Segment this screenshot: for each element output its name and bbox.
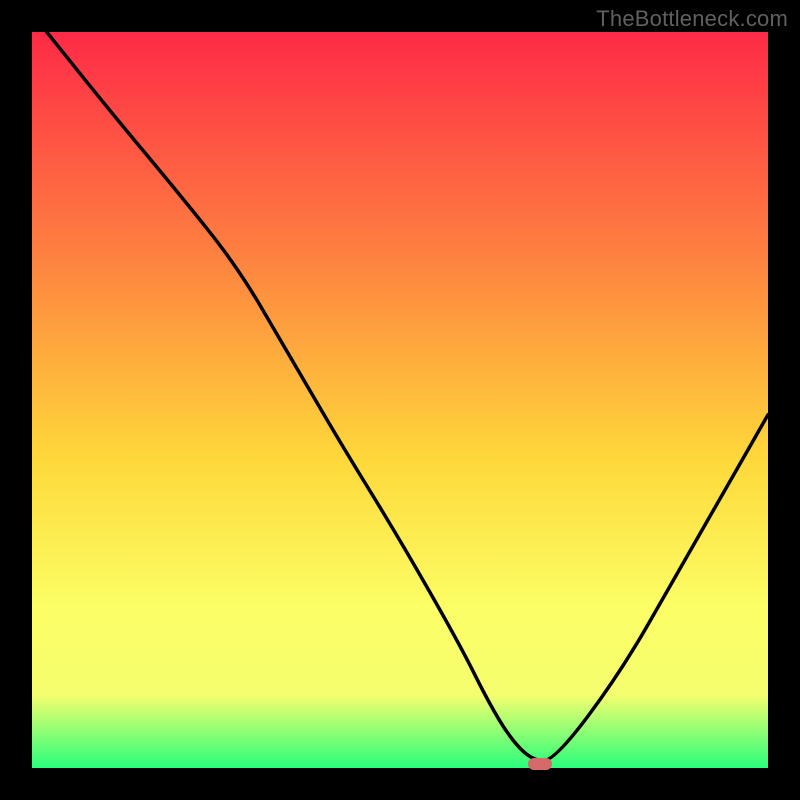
trough-marker — [528, 758, 552, 770]
gradient-background — [32, 32, 768, 768]
plot-area — [32, 32, 768, 768]
chart-svg — [32, 32, 768, 768]
watermark-label: TheBottleneck.com — [596, 6, 788, 32]
chart-container: TheBottleneck.com — [0, 0, 800, 800]
